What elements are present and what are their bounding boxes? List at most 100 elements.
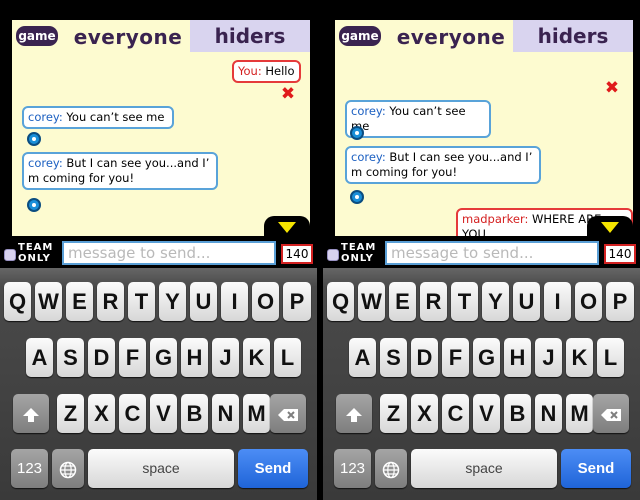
key-i[interactable]: I: [221, 282, 248, 321]
tab-hiders[interactable]: hiders: [190, 20, 310, 52]
chat-area: You: Hello ✖ corey: You can’t see me cor…: [12, 52, 310, 236]
team-only-label: TEAM ONLY: [18, 242, 54, 264]
key-z[interactable]: Z: [380, 394, 407, 433]
key-j[interactable]: J: [212, 338, 239, 377]
key-l[interactable]: L: [274, 338, 301, 377]
key-e[interactable]: E: [66, 282, 93, 321]
backspace-icon: [278, 409, 298, 422]
key-y[interactable]: Y: [159, 282, 186, 321]
key-m[interactable]: M: [243, 394, 270, 433]
key-x[interactable]: X: [411, 394, 438, 433]
key-k[interactable]: K: [243, 338, 270, 377]
key-h[interactable]: H: [504, 338, 531, 377]
tab-everyone[interactable]: everyone: [391, 22, 511, 52]
team-only-checkbox[interactable]: [4, 249, 16, 261]
key-d[interactable]: D: [88, 338, 115, 377]
key-s[interactable]: S: [57, 338, 84, 377]
key-n[interactable]: N: [535, 394, 562, 433]
key-h[interactable]: H: [181, 338, 208, 377]
key-a[interactable]: A: [26, 338, 53, 377]
sender-name: corey:: [28, 156, 63, 170]
key-y[interactable]: Y: [482, 282, 509, 321]
send-button[interactable]: Send: [238, 449, 308, 488]
key-q[interactable]: Q: [327, 282, 354, 321]
tab-everyone[interactable]: everyone: [68, 22, 188, 52]
shift-key[interactable]: [13, 394, 49, 433]
shift-key[interactable]: [336, 394, 372, 433]
key-b[interactable]: B: [181, 394, 208, 433]
message-text: Hello: [261, 64, 295, 78]
message-text: You can’t see me: [62, 110, 165, 124]
tab-game[interactable]: game: [339, 26, 381, 46]
key-w[interactable]: W: [358, 282, 385, 321]
screen-left: game everyone hiders You: Hello ✖ corey:…: [0, 20, 317, 500]
key-f[interactable]: F: [119, 338, 146, 377]
key-c[interactable]: C: [119, 394, 146, 433]
key-n[interactable]: N: [212, 394, 239, 433]
key-u[interactable]: U: [513, 282, 540, 321]
globe-key[interactable]: [375, 449, 407, 488]
location-pin-icon[interactable]: [350, 126, 364, 140]
input-row: TEAM ONLY message to send... 140: [323, 236, 640, 268]
x-mark-icon[interactable]: ✖: [280, 86, 296, 103]
key-w[interactable]: W: [35, 282, 62, 321]
team-only-checkbox[interactable]: [327, 249, 339, 261]
tab-game[interactable]: game: [16, 26, 58, 46]
message-input[interactable]: message to send...: [385, 241, 599, 265]
key-q[interactable]: Q: [4, 282, 31, 321]
key-o[interactable]: O: [252, 282, 279, 321]
key-x[interactable]: X: [88, 394, 115, 433]
location-pin-icon[interactable]: [350, 190, 364, 204]
key-r[interactable]: R: [97, 282, 124, 321]
team-only-label: TEAM ONLY: [341, 242, 377, 264]
keyboard: Q W E R T Y U I O P A S D F G H J K L Z …: [0, 268, 317, 500]
space-key[interactable]: space: [88, 449, 234, 488]
key-v[interactable]: V: [473, 394, 500, 433]
key-m[interactable]: M: [566, 394, 593, 433]
key-i[interactable]: I: [544, 282, 571, 321]
chat-bubble: corey: You can’t see me: [22, 106, 174, 129]
space-key[interactable]: space: [411, 449, 557, 488]
x-mark-icon[interactable]: ✖: [604, 80, 620, 97]
key-z[interactable]: Z: [57, 394, 84, 433]
key-a[interactable]: A: [349, 338, 376, 377]
location-pin-icon[interactable]: [27, 198, 41, 212]
key-t[interactable]: T: [451, 282, 478, 321]
chat-bubble: corey: You can’t see me: [345, 100, 491, 138]
numbers-key[interactable]: 123: [334, 449, 371, 488]
key-c[interactable]: C: [442, 394, 469, 433]
tab-hiders[interactable]: hiders: [513, 20, 633, 52]
key-d[interactable]: D: [411, 338, 438, 377]
sender-name: You:: [238, 64, 262, 78]
sender-name: corey:: [351, 104, 386, 118]
key-p[interactable]: P: [606, 282, 634, 321]
key-u[interactable]: U: [190, 282, 217, 321]
key-g[interactable]: G: [150, 338, 177, 377]
message-text: m coming for you!: [351, 165, 458, 179]
message-input[interactable]: message to send...: [62, 241, 276, 265]
key-v[interactable]: V: [150, 394, 177, 433]
shift-arrow-icon: [23, 408, 39, 423]
triangle-down-icon: [601, 222, 619, 233]
key-e[interactable]: E: [389, 282, 416, 321]
backspace-key[interactable]: [270, 394, 306, 433]
globe-key[interactable]: [52, 449, 84, 488]
key-f[interactable]: F: [442, 338, 469, 377]
key-s[interactable]: S: [380, 338, 407, 377]
key-k[interactable]: K: [566, 338, 593, 377]
key-j[interactable]: J: [535, 338, 562, 377]
location-pin-icon[interactable]: [27, 132, 41, 146]
key-r[interactable]: R: [420, 282, 447, 321]
backspace-key[interactable]: [593, 394, 629, 433]
send-button[interactable]: Send: [561, 449, 631, 488]
numbers-key[interactable]: 123: [11, 449, 48, 488]
sender-name: corey:: [28, 110, 63, 124]
sender-name: corey:: [351, 150, 386, 164]
key-p[interactable]: P: [283, 282, 311, 321]
chat-bubble-self: You: Hello: [232, 60, 301, 83]
key-b[interactable]: B: [504, 394, 531, 433]
key-o[interactable]: O: [575, 282, 602, 321]
key-t[interactable]: T: [128, 282, 155, 321]
key-g[interactable]: G: [473, 338, 500, 377]
key-l[interactable]: L: [597, 338, 624, 377]
